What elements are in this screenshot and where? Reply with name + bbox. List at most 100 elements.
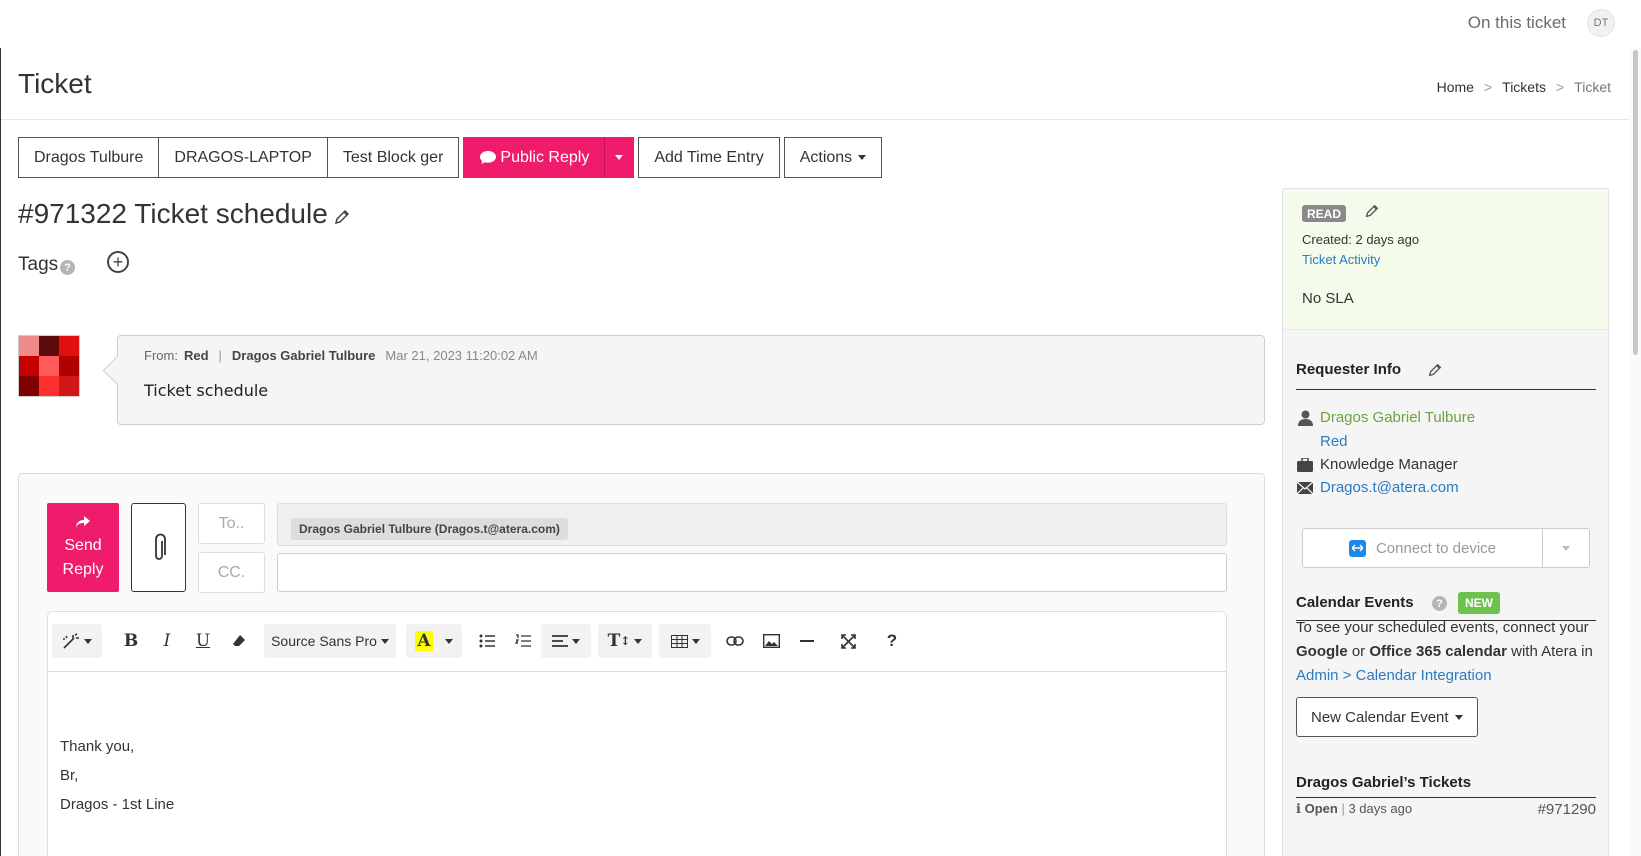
calendar-integration-link[interactable]: Admin > Calendar Integration xyxy=(1296,667,1492,684)
ticket-activity-link[interactable]: Ticket Activity xyxy=(1302,252,1380,267)
to-button[interactable]: To.. xyxy=(198,503,265,544)
scrollbar[interactable] xyxy=(1629,48,1641,856)
number-list-icon[interactable] xyxy=(508,624,538,658)
reply-editor: B I U Source Sans Pro A T ↕ ? Thank you,… xyxy=(47,611,1227,856)
requester-tickets-title: Dragos Gabriel’s Tickets xyxy=(1296,774,1472,791)
bullet-list-icon[interactable] xyxy=(472,624,502,658)
requester-name-link[interactable]: Dragos Gabriel Tulbure xyxy=(1320,409,1475,426)
chevron-down-icon xyxy=(1454,714,1463,720)
chevron-down-icon xyxy=(858,155,867,160)
requester-role: Knowledge Manager xyxy=(1320,456,1458,473)
recipient-chip[interactable]: Dragos Gabriel Tulbure (Dragos.t@atera.c… xyxy=(291,518,568,540)
teamviewer-icon xyxy=(1348,539,1366,557)
ticket-number-link[interactable]: #971290 xyxy=(1538,801,1596,818)
italic-icon[interactable]: I xyxy=(152,624,182,658)
connect-to-device-button[interactable]: Connect to device xyxy=(1303,529,1543,567)
text-size-icon[interactable]: T ↕ xyxy=(598,624,652,658)
chevron-down-icon xyxy=(572,638,580,644)
calendar-events-title: Calendar Events xyxy=(1296,594,1414,611)
align-icon[interactable] xyxy=(541,624,591,658)
cc-button[interactable]: CC. xyxy=(198,552,265,593)
font-family-select[interactable]: Source Sans Pro xyxy=(264,624,396,658)
customer-button[interactable]: Dragos Tulbure xyxy=(18,137,160,178)
public-reply-button[interactable]: Public Reply xyxy=(463,137,606,178)
send-label-line1: Send xyxy=(64,537,102,555)
requester-email-row: Dragos.t@atera.com xyxy=(1296,479,1459,496)
header-divider xyxy=(1,119,1629,120)
breadcrumb: Home > Tickets > Ticket xyxy=(1437,79,1611,95)
avatar xyxy=(18,335,80,397)
to-field[interactable]: Dragos Gabriel Tulbure (Dragos.t@atera.c… xyxy=(277,503,1227,546)
ticket-row[interactable]: ℹ Open | 3 days ago #971290 xyxy=(1296,801,1596,818)
send-reply-button[interactable]: Send Reply xyxy=(47,503,119,592)
new-calendar-event-button[interactable]: New Calendar Event xyxy=(1296,697,1478,737)
message-date: Mar 21, 2023 11:20:02 AM xyxy=(385,348,538,363)
public-reply-dropdown-button[interactable] xyxy=(604,137,635,178)
device-button[interactable]: DRAGOS-LAPTOP xyxy=(158,137,328,178)
fullscreen-icon[interactable] xyxy=(833,624,863,658)
help-icon[interactable]: ? xyxy=(60,260,75,275)
user-avatar[interactable]: DT xyxy=(1587,9,1615,37)
requester-info-title: Requester Info xyxy=(1296,361,1402,378)
new-event-label: New Calendar Event xyxy=(1311,708,1449,726)
on-this-ticket-label[interactable]: On this ticket xyxy=(1468,13,1566,33)
eraser-icon[interactable] xyxy=(224,624,254,658)
table-icon[interactable] xyxy=(659,624,711,658)
cal-text-part: To see your scheduled events, connect yo… xyxy=(1296,619,1589,636)
folder-button[interactable]: Test Block ger xyxy=(326,137,460,178)
share-icon xyxy=(75,514,91,532)
google-text: Google xyxy=(1296,643,1348,660)
pencil-icon[interactable] xyxy=(1427,362,1443,383)
pencil-icon[interactable] xyxy=(1364,203,1380,224)
tags-label: Tags xyxy=(18,254,59,275)
new-badge: NEW xyxy=(1458,592,1500,614)
send-label-line2: Reply xyxy=(62,560,104,578)
info-icon: ℹ xyxy=(1296,801,1301,816)
highlight-icon[interactable]: A xyxy=(406,624,462,658)
chevron-down-icon xyxy=(84,638,92,644)
requester-email-link[interactable]: Dragos.t@atera.com xyxy=(1320,479,1459,496)
connect-dropdown-button[interactable] xyxy=(1543,529,1589,567)
magic-icon[interactable] xyxy=(52,624,102,658)
section-divider xyxy=(1296,797,1596,798)
requester-company-row: Red xyxy=(1320,433,1348,450)
cc-field[interactable] xyxy=(277,553,1227,592)
help-icon[interactable]: ? xyxy=(1432,596,1447,611)
cal-text-part: with Atera in xyxy=(1506,643,1593,660)
comment-icon xyxy=(480,151,497,164)
requester-company-link[interactable]: Red xyxy=(1320,433,1348,450)
public-reply-label: Public Reply xyxy=(500,148,590,166)
underline-icon[interactable]: U xyxy=(188,624,218,658)
scrollbar-thumb[interactable] xyxy=(1633,50,1638,355)
paperclip-icon xyxy=(154,533,166,560)
hr-icon[interactable] xyxy=(792,624,822,658)
plus-circle-icon[interactable]: + xyxy=(107,251,129,273)
breadcrumb-separator: > xyxy=(1555,79,1565,95)
requester-name-row: Dragos Gabriel Tulbure xyxy=(1296,409,1475,426)
left-border xyxy=(0,48,1,856)
connect-label: Connect to device xyxy=(1375,539,1497,557)
bold-icon[interactable]: B xyxy=(116,624,146,658)
pencil-icon[interactable] xyxy=(333,208,351,231)
signature-line: Br, xyxy=(60,767,79,784)
ticket-status-panel: READ Created: 2 days ago Ticket Activity… xyxy=(1283,189,1608,330)
attach-button[interactable] xyxy=(131,503,186,592)
breadcrumb-tickets[interactable]: Tickets xyxy=(1502,79,1546,95)
font-family-label: Source Sans Pro xyxy=(271,633,377,649)
chevron-down-icon xyxy=(691,638,700,644)
add-time-entry-button[interactable]: Add Time Entry xyxy=(638,137,780,178)
breadcrumb-separator: > xyxy=(1483,79,1493,95)
breadcrumb-home[interactable]: Home xyxy=(1437,79,1474,95)
message-body: Ticket schedule xyxy=(144,381,269,400)
link-icon[interactable] xyxy=(720,624,750,658)
question-icon[interactable]: ? xyxy=(877,624,907,658)
ticket-status: Open xyxy=(1304,801,1338,816)
image-icon[interactable] xyxy=(756,624,786,658)
actions-dropdown-button[interactable]: Actions xyxy=(783,137,883,178)
requester-role-row: Knowledge Manager xyxy=(1296,456,1458,473)
from-name: Dragos Gabriel Tulbure xyxy=(231,348,376,363)
signature-line: Dragos - 1st Line xyxy=(60,796,175,813)
editor-body[interactable]: Thank you, Br, Dragos - 1st Line xyxy=(60,732,174,819)
signature-line: Thank you, xyxy=(60,738,135,755)
separator: | xyxy=(218,348,222,363)
